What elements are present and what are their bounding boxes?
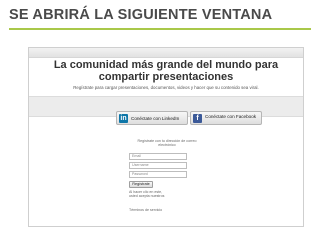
email-field[interactable]: Email (129, 153, 187, 160)
linkedin-icon: in (119, 114, 128, 123)
signup-subheadline: Regístrate para cargar presentaciones, d… (73, 85, 259, 90)
facebook-button-label: Conéctate con Facebook (205, 114, 257, 119)
terms-text: Al hacer clic en este, usted acepta nues… (129, 190, 165, 199)
facebook-icon: f (193, 114, 202, 123)
browser-top-bar (29, 48, 303, 58)
linkedin-connect-button[interactable]: in Conéctate con LinkedIn (116, 111, 188, 125)
slide-title: SE ABRIRÁ LA SIGUIENTE VENTANA (9, 7, 273, 23)
title-underline (9, 28, 311, 30)
terms-link[interactable]: Términos de servicio (129, 208, 169, 212)
register-button[interactable]: Regístrate (129, 181, 153, 188)
signup-headline: La comunidad más grande del mundo para c… (53, 59, 279, 83)
linkedin-button-label: Conéctate con LinkedIn (131, 116, 180, 121)
username-field[interactable]: Username (129, 162, 187, 169)
password-field[interactable]: Password (129, 171, 187, 178)
embedded-screenshot: La comunidad más grande del mundo para c… (28, 47, 304, 227)
email-signup-prompt: Regístrate con tu dirección de correo el… (137, 139, 197, 148)
facebook-connect-button[interactable]: f Conéctate con Facebook (190, 111, 262, 125)
